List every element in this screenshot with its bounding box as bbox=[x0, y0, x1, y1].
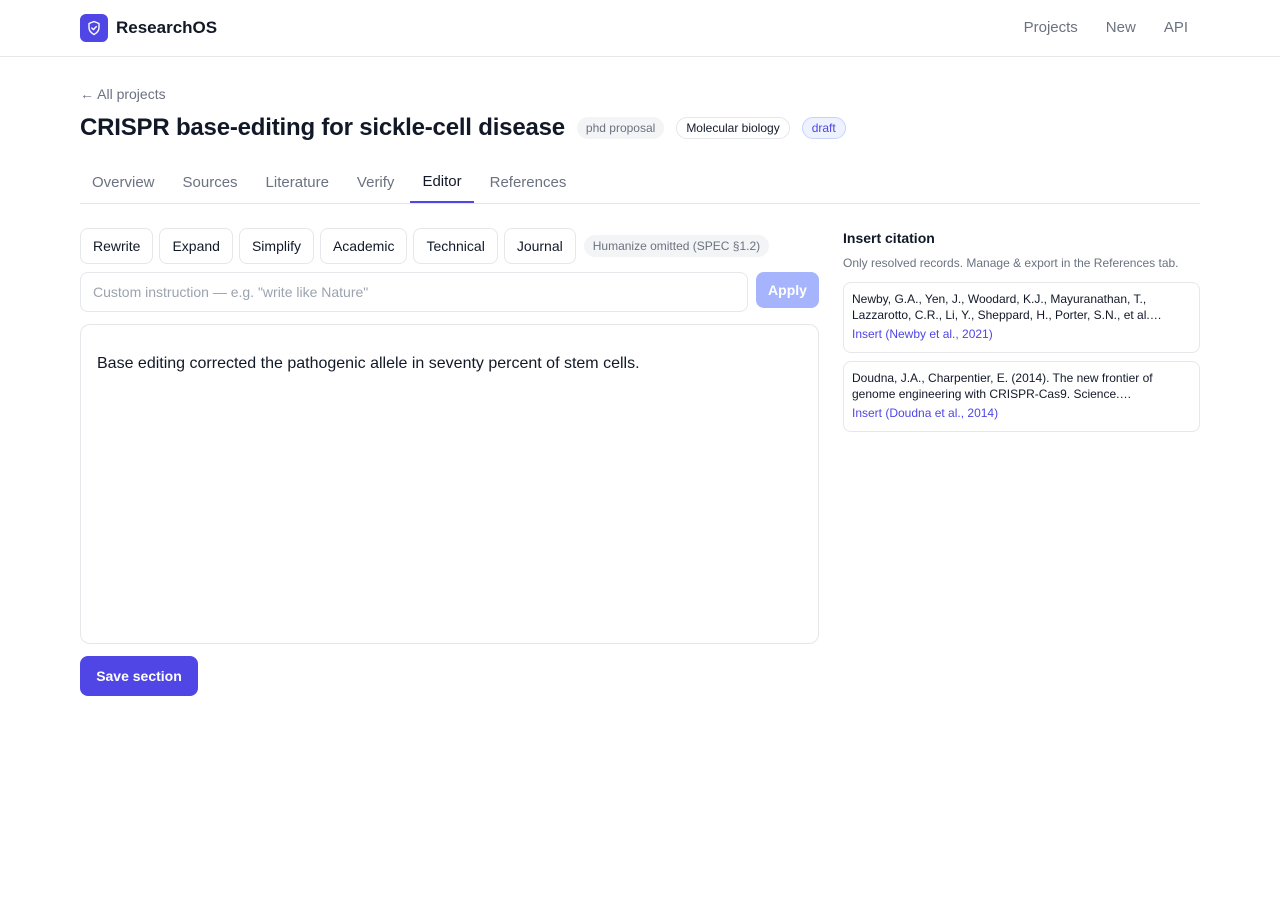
tab-editor[interactable]: Editor bbox=[410, 162, 474, 203]
apply-button[interactable]: Apply bbox=[756, 272, 819, 308]
top-navigation-bar: ResearchOS Projects New API bbox=[0, 0, 1280, 57]
insert-citation-title: Insert citation bbox=[843, 230, 935, 246]
project-header: CRISPR base-editing for sickle-cell dise… bbox=[80, 114, 846, 142]
nav-new-link[interactable]: New bbox=[1106, 19, 1136, 36]
editor-text[interactable]: Base editing corrected the pathogenic al… bbox=[97, 353, 802, 375]
status-badge: draft bbox=[801, 117, 846, 139]
project-type-badge: phd proposal bbox=[576, 117, 665, 139]
section-editor[interactable]: Base editing corrected the pathogenic al… bbox=[80, 324, 819, 644]
nav-projects-link[interactable]: Projects bbox=[1024, 19, 1078, 36]
insert-citation-link[interactable]: Insert (Newby et al., 2021) bbox=[852, 327, 993, 341]
journal-button[interactable]: Journal bbox=[503, 228, 576, 264]
expand-button[interactable]: Expand bbox=[159, 228, 233, 264]
simplify-button[interactable]: Simplify bbox=[238, 228, 314, 264]
tab-references[interactable]: References bbox=[478, 162, 579, 203]
project-tabs: Overview Sources Literature Verify Edito… bbox=[80, 162, 1200, 204]
citation-card: Newby, G.A., Yen, J., Woodard, K.J., May… bbox=[843, 282, 1200, 353]
brand[interactable]: ResearchOS bbox=[80, 14, 217, 42]
tab-sources[interactable]: Sources bbox=[171, 162, 250, 203]
rewrite-toolbar: Rewrite Expand Simplify Academic Technic… bbox=[80, 228, 770, 264]
citation-text: Newby, G.A., Yen, J., Woodard, K.J., May… bbox=[852, 292, 1162, 322]
nav-api-link[interactable]: API bbox=[1164, 19, 1188, 36]
custom-instruction-input[interactable] bbox=[80, 272, 748, 312]
all-projects-back-link[interactable]: ← All projects bbox=[80, 86, 166, 102]
insert-citation-link[interactable]: Insert (Doudna et al., 2014) bbox=[852, 406, 998, 420]
citation-text: Doudna, J.A., Charpentier, E. (2014). Th… bbox=[852, 371, 1153, 401]
save-section-button[interactable]: Save section bbox=[80, 656, 198, 696]
field-badge: Molecular biology bbox=[676, 117, 790, 139]
rewrite-button[interactable]: Rewrite bbox=[80, 228, 154, 264]
page-title: CRISPR base-editing for sickle-cell dise… bbox=[80, 114, 565, 141]
insert-citation-subtitle: Only resolved records. Manage & export i… bbox=[843, 256, 1179, 270]
tab-literature[interactable]: Literature bbox=[254, 162, 341, 203]
citation-card: Doudna, J.A., Charpentier, E. (2014). Th… bbox=[843, 361, 1200, 432]
shield-check-icon bbox=[80, 14, 108, 42]
tab-overview[interactable]: Overview bbox=[80, 162, 167, 203]
brand-name: ResearchOS bbox=[116, 18, 218, 37]
humanize-note-badge: Humanize omitted (SPEC §1.2) bbox=[583, 235, 770, 257]
insert-citation-panel: Insert citation Only resolved records. M… bbox=[843, 230, 1200, 432]
technical-button[interactable]: Technical bbox=[413, 228, 498, 264]
top-nav: Projects New API bbox=[1024, 19, 1188, 36]
tab-verify[interactable]: Verify bbox=[345, 162, 407, 203]
academic-button[interactable]: Academic bbox=[319, 228, 408, 264]
